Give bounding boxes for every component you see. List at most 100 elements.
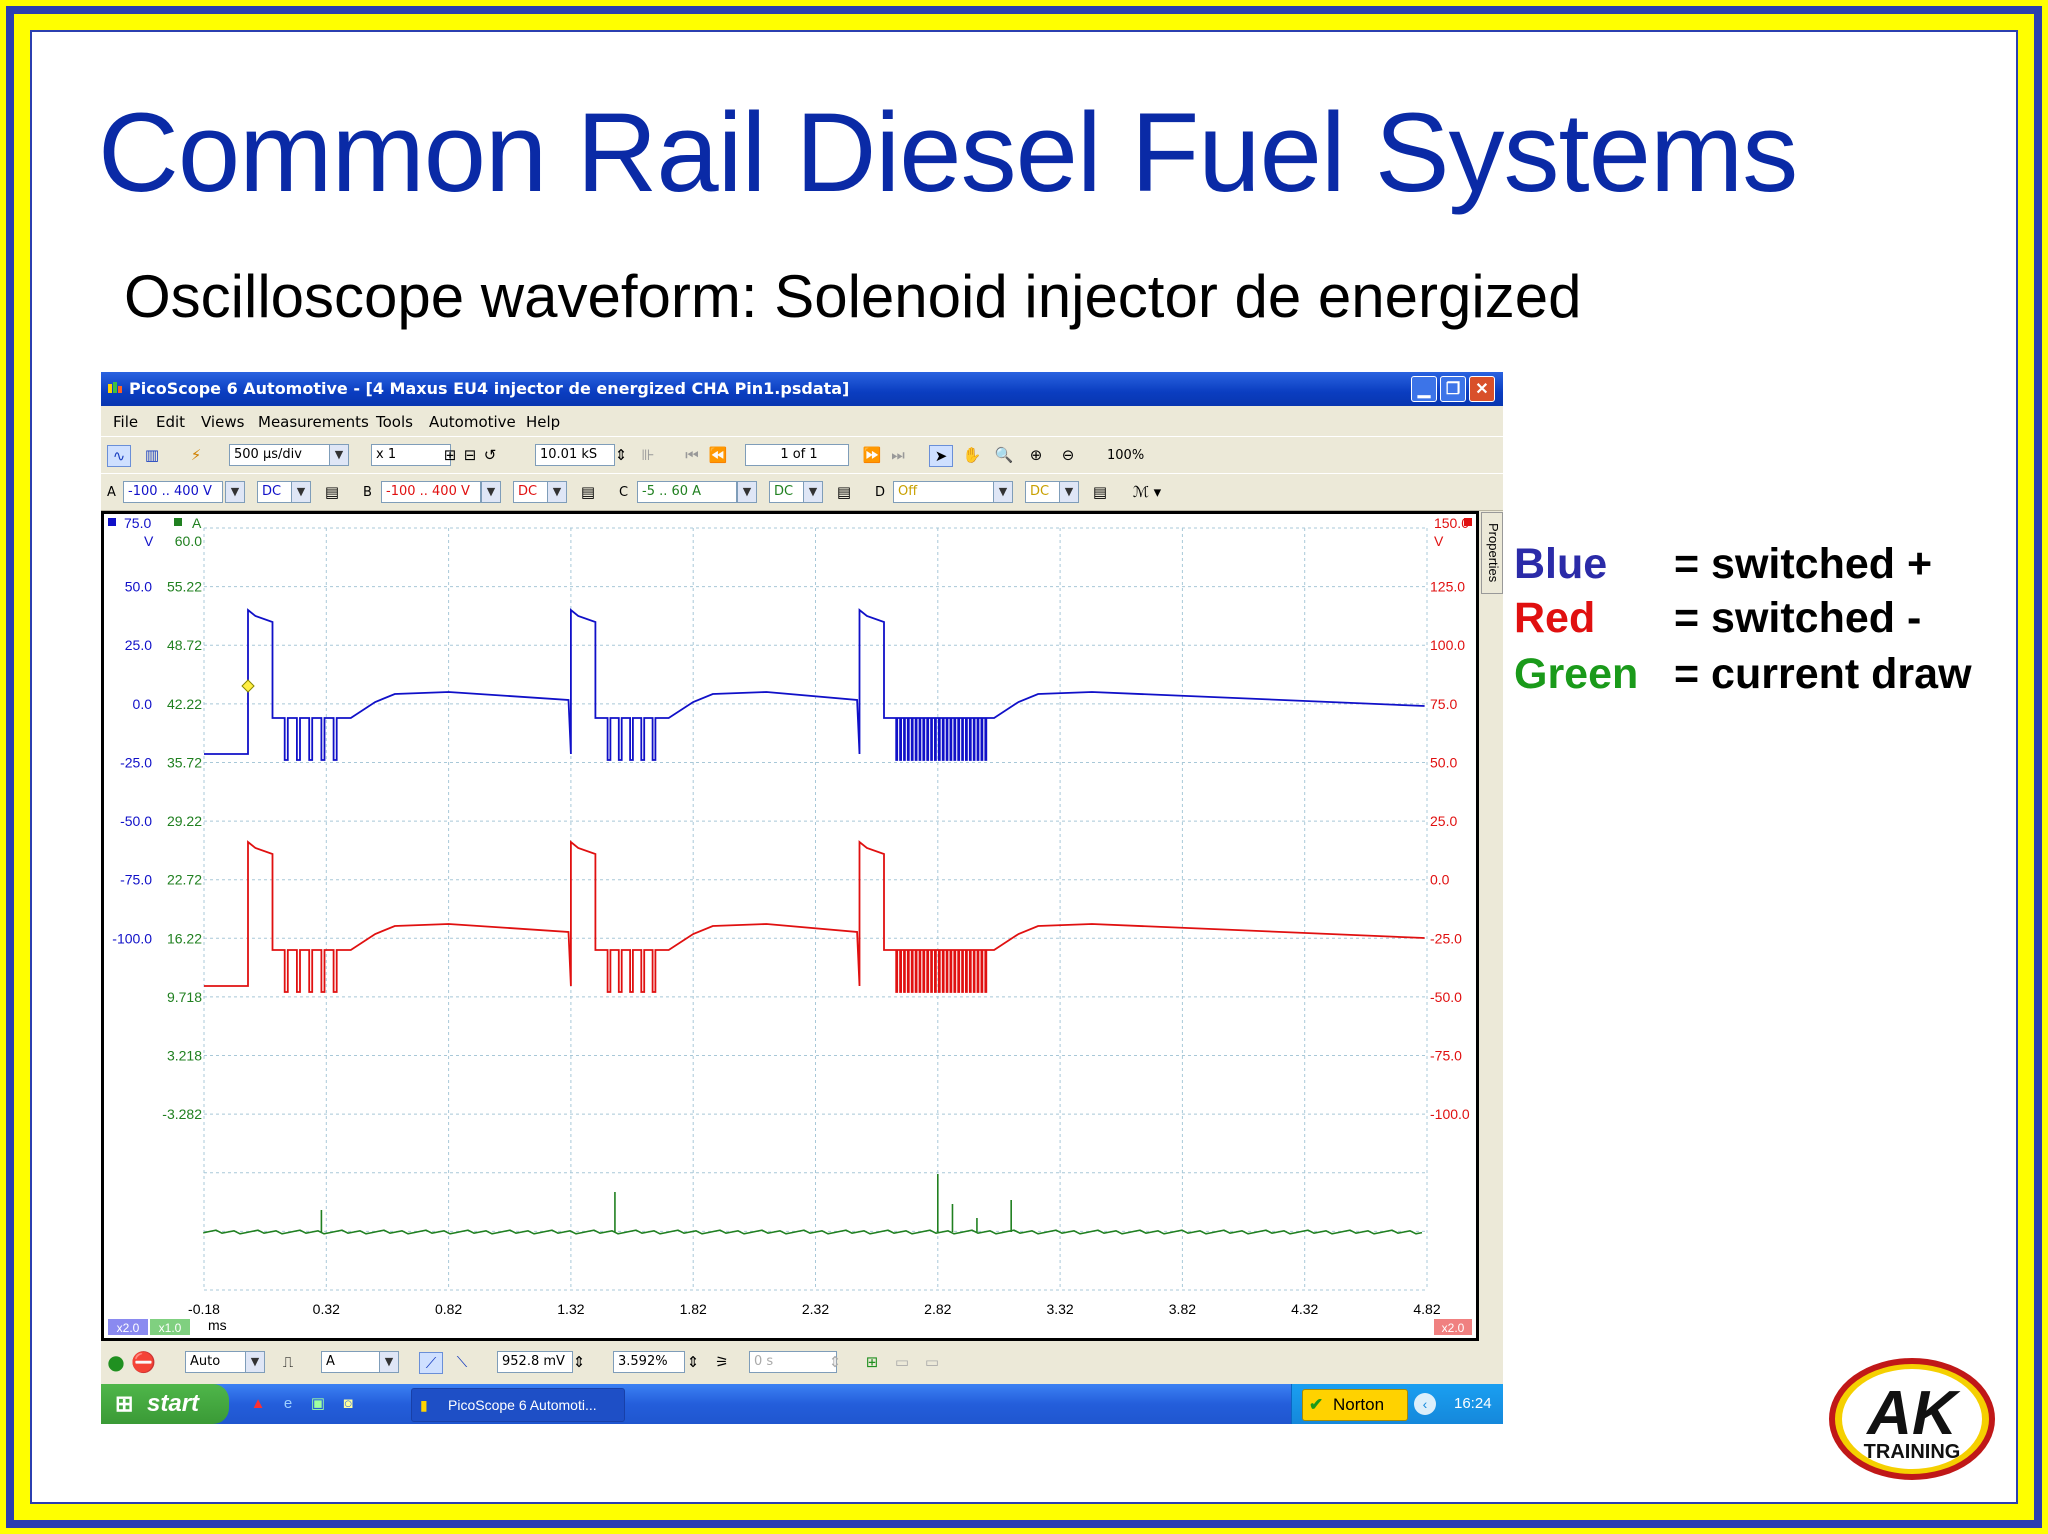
trigger-edge-button[interactable]: ⎍ [277,1352,299,1372]
plus-icon: ⊞ [443,446,457,464]
buffer-field[interactable]: 1 of 1 [745,444,849,466]
right-axis-label: 0.0 [1430,872,1450,888]
spectrum-mode-button[interactable]: ▥ [141,445,163,465]
slide-title: Common Rail Diesel Fuel Systems [98,90,1798,215]
logo-ak-text: AK [1865,1379,1961,1448]
channel-b-range[interactable]: -100 .. 400 V [381,481,481,503]
zoom-level[interactable]: 100% [1107,448,1144,463]
minimize-button[interactable]: ▁ [1411,376,1437,402]
clock: 16:24 [1454,1395,1492,1412]
chevron-down-icon: ▼ [998,485,1008,498]
zoom-in-button[interactable]: ⊕ [1025,445,1047,465]
tray-expand-button[interactable]: ‹ [1414,1393,1436,1415]
scope-mode-button[interactable]: ∿ [107,445,131,467]
channel-b-coupling-dropdown[interactable]: ▼ [547,481,567,503]
channel-a-options-button[interactable]: ▤ [321,482,343,502]
skip-last-icon: ⏭ [891,446,905,464]
timebase-select[interactable]: 500 µs/div [229,444,337,466]
taskbar-item-picoscope[interactable]: ▮ PicoScope 6 Automoti... [411,1388,625,1422]
advanced-trigger-button[interactable]: ⚞ [711,1352,733,1372]
threshold-stepper[interactable]: ⇕ [571,1352,587,1372]
channel-c-range[interactable]: -5 .. 60 A [637,481,737,503]
channel-c-options-button[interactable]: ▤ [833,482,855,502]
samples-stepper[interactable]: ⇕ [613,445,629,465]
chevron-down-icon: ▼ [486,485,496,498]
left-axis-green-label: 55.22 [167,579,202,595]
samples-field[interactable]: 10.01 kS [535,444,615,466]
scope-view[interactable]: 50.0 25.0 0.0 -25.0 -50.0 -75.0 -100.0 55.22 48.… [101,511,1479,1341]
menu-automotive[interactable]: Automotive [429,413,516,431]
norton-tray-button[interactable]: ✔ Norton [1302,1389,1408,1421]
falling-edge-icon: ⟍ [456,1353,468,1371]
previous-buffer-button[interactable]: ⏪ [707,445,729,465]
zoom-region-button[interactable]: 🔍 [993,445,1015,465]
channel-b-letter: B [363,485,372,500]
channel-c-range-dropdown[interactable]: ▼ [737,481,757,503]
channel-d-options-button[interactable]: ▤ [1089,482,1111,502]
pretrigger-field[interactable]: 3.592% [613,1351,685,1373]
channel-b-options-button[interactable]: ▤ [577,482,599,502]
trigger-mode-dropdown[interactable]: ▼ [245,1351,265,1373]
channel-b-range-dropdown[interactable]: ▼ [481,481,501,503]
x-tick-label: 1.82 [680,1301,707,1317]
zoom-out-button[interactable]: ⊖ [1057,445,1079,465]
add-measurement-button[interactable]: ⊞ [861,1352,883,1372]
start-capture-button[interactable]: ● [105,1352,127,1372]
auto-setup-button[interactable]: ⚡ [185,445,207,465]
chevron-down-icon: ▼ [384,1355,394,1368]
next-buffer-button[interactable]: ⏩ [861,445,883,465]
acrobat-icon[interactable]: ▲ [247,1394,269,1414]
menu-views[interactable]: Views [201,413,244,431]
add-icon: ⊞ [865,1353,879,1371]
menu-file[interactable]: File [113,413,138,431]
waveform-channel-b-red [204,840,1425,993]
menu-measurements[interactable]: Measurements [258,413,369,431]
timebase-dropdown[interactable]: ▼ [329,444,349,466]
x-unit-label: ms [208,1317,227,1333]
math-wave-icon: ℳ ▾ [1132,483,1162,501]
delay-field[interactable]: 0 s [749,1351,837,1373]
trigger-channel-dropdown[interactable]: ▼ [379,1351,399,1373]
math-channels-button[interactable]: ℳ ▾ [1127,482,1167,502]
multiplier-field[interactable]: x 1 [371,444,451,466]
signal-generator-button[interactable]: ⊪ [637,445,659,465]
x-tick-label: 4.32 [1291,1301,1318,1317]
pointer-tool-button[interactable]: ➤ [929,445,953,467]
menu-help[interactable]: Help [526,413,560,431]
channel-a-coupling-dropdown[interactable]: ▼ [291,481,311,503]
zoom-minus-button[interactable]: ⊟ [461,445,479,465]
hand-tool-button[interactable]: ✋ [961,445,983,465]
close-button[interactable]: ✕ [1469,376,1495,402]
restore-button[interactable]: ❐ [1440,376,1466,402]
channel-a-range[interactable]: -100 .. 400 V [123,481,223,503]
menu-edit[interactable]: Edit [156,413,185,431]
channel-c-coupling-dropdown[interactable]: ▼ [803,481,823,503]
menu-tools[interactable]: Tools [376,413,413,431]
channel-a-range-dropdown[interactable]: ▼ [225,481,245,503]
channel-d-coupling-dropdown[interactable]: ▼ [1059,481,1079,503]
spectrum-bars-icon: ▥ [144,446,160,464]
quicklaunch-icon[interactable]: ◙ [337,1394,359,1414]
window-titlebar[interactable]: PicoScope 6 Automotive - [4 Maxus EU4 in… [101,372,1503,406]
falling-edge-button[interactable]: ⟍ [451,1352,473,1372]
channel-d-range[interactable]: Off [893,481,1005,503]
delete-measurement-button[interactable]: ▭ [921,1352,943,1372]
threshold-field[interactable]: 952.8 mV [497,1351,573,1373]
pretrigger-stepper[interactable]: ⇕ [685,1352,701,1372]
properties-tab[interactable]: Properties [1481,512,1503,594]
excel-icon[interactable]: ▣ [307,1394,329,1414]
internet-explorer-icon[interactable]: e [277,1394,299,1414]
edit-measurement-button[interactable]: ▭ [891,1352,913,1372]
x-tick-label: 0.82 [435,1301,462,1317]
last-buffer-button[interactable]: ⏭ [887,445,909,465]
rising-edge-button[interactable]: ⟋ [419,1352,443,1374]
zoom-reset-button[interactable]: ↺ [481,445,499,465]
start-button[interactable]: ⊞ start [101,1384,229,1424]
first-buffer-button[interactable]: ⏮ [681,445,703,465]
zoom-plus-button[interactable]: ⊞ [441,445,459,465]
zoom-badge-left-text: x2.0 [117,1321,140,1335]
chevron-down-icon: ▼ [552,485,562,498]
stop-capture-button[interactable]: ⛔ [131,1352,156,1372]
delay-stepper[interactable]: ⇕ [827,1352,843,1372]
channel-d-range-dropdown[interactable]: ▼ [993,481,1013,503]
